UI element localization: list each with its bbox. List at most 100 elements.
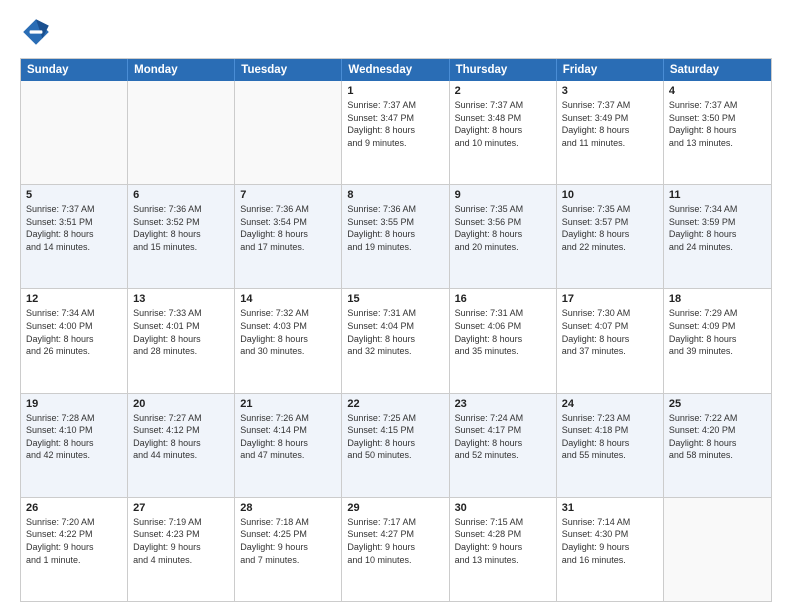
day-info: Sunrise: 7:19 AM Sunset: 4:23 PM Dayligh…	[133, 516, 229, 566]
calendar-cell: 8 Sunrise: 7:36 AM Sunset: 3:55 PM Daylig…	[342, 185, 449, 288]
day-info: Sunrise: 7:24 AM Sunset: 4:17 PM Dayligh…	[455, 412, 551, 462]
calendar-cell: 21 Sunrise: 7:26 AM Sunset: 4:14 PM Dayli…	[235, 394, 342, 497]
day-number: 12	[26, 293, 122, 305]
calendar-header-cell: Tuesday	[235, 59, 342, 81]
day-number: 1	[347, 85, 443, 97]
day-number: 16	[455, 293, 551, 305]
calendar-cell: 1 Sunrise: 7:37 AM Sunset: 3:47 PM Daylig…	[342, 81, 449, 184]
calendar-cell: 3 Sunrise: 7:37 AM Sunset: 3:49 PM Daylig…	[557, 81, 664, 184]
calendar-cell: 28 Sunrise: 7:18 AM Sunset: 4:25 PM Dayli…	[235, 498, 342, 601]
calendar-row: 1 Sunrise: 7:37 AM Sunset: 3:47 PM Daylig…	[21, 81, 771, 184]
calendar-header-cell: Monday	[128, 59, 235, 81]
calendar-row: 5Sunrise: 7:37 AM Sunset: 3:51 PM Daylig…	[21, 184, 771, 288]
day-info: Sunrise: 7:26 AM Sunset: 4:14 PM Dayligh…	[240, 412, 336, 462]
calendar-cell: 27 Sunrise: 7:19 AM Sunset: 4:23 PM Dayli…	[128, 498, 235, 601]
day-info: Sunrise: 7:33 AM Sunset: 4:01 PM Dayligh…	[133, 307, 229, 357]
day-number: 19	[26, 398, 122, 410]
calendar-cell	[21, 81, 128, 184]
calendar-cell: 20 Sunrise: 7:27 AM Sunset: 4:12 PM Dayli…	[128, 394, 235, 497]
calendar-cell: 12 Sunrise: 7:34 AM Sunset: 4:00 PM Dayli…	[21, 289, 128, 392]
day-number: 10	[562, 189, 658, 201]
calendar-cell: 26Sunrise: 7:20 AM Sunset: 4:22 PM Dayli…	[21, 498, 128, 601]
day-info: Sunrise: 7:15 AM Sunset: 4:28 PM Dayligh…	[455, 516, 551, 566]
day-info: Sunrise: 7:37 AM Sunset: 3:51 PM Dayligh…	[26, 203, 122, 253]
day-info: Sunrise: 7:37 AM Sunset: 3:49 PM Dayligh…	[562, 99, 658, 149]
day-info: Sunrise: 7:20 AM Sunset: 4:22 PM Dayligh…	[26, 516, 122, 566]
calendar-header: SundayMondayTuesdayWednesdayThursdayFrid…	[21, 59, 771, 81]
day-info: Sunrise: 7:27 AM Sunset: 4:12 PM Dayligh…	[133, 412, 229, 462]
calendar-cell: 7 Sunrise: 7:36 AM Sunset: 3:54 PM Daylig…	[235, 185, 342, 288]
day-info: Sunrise: 7:36 AM Sunset: 3:52 PM Dayligh…	[133, 203, 229, 253]
day-info: Sunrise: 7:36 AM Sunset: 3:55 PM Dayligh…	[347, 203, 443, 253]
day-info: Sunrise: 7:17 AM Sunset: 4:27 PM Dayligh…	[347, 516, 443, 566]
calendar-body: 1 Sunrise: 7:37 AM Sunset: 3:47 PM Daylig…	[21, 81, 771, 601]
day-number: 25	[669, 398, 766, 410]
day-info: Sunrise: 7:37 AM Sunset: 3:48 PM Dayligh…	[455, 99, 551, 149]
calendar-cell: 16 Sunrise: 7:31 AM Sunset: 4:06 PM Dayli…	[450, 289, 557, 392]
day-number: 3	[562, 85, 658, 97]
day-number: 2	[455, 85, 551, 97]
calendar-header-cell: Saturday	[664, 59, 771, 81]
header	[20, 16, 772, 48]
calendar-cell: 25 Sunrise: 7:22 AM Sunset: 4:20 PM Dayli…	[664, 394, 771, 497]
day-info: Sunrise: 7:30 AM Sunset: 4:07 PM Dayligh…	[562, 307, 658, 357]
day-number: 6	[133, 189, 229, 201]
day-number: 8	[347, 189, 443, 201]
calendar-cell: 17 Sunrise: 7:30 AM Sunset: 4:07 PM Dayli…	[557, 289, 664, 392]
day-info: Sunrise: 7:34 AM Sunset: 3:59 PM Dayligh…	[669, 203, 766, 253]
calendar-header-cell: Friday	[557, 59, 664, 81]
day-info: Sunrise: 7:32 AM Sunset: 4:03 PM Dayligh…	[240, 307, 336, 357]
day-number: 15	[347, 293, 443, 305]
calendar-cell: 10 Sunrise: 7:35 AM Sunset: 3:57 PM Dayli…	[557, 185, 664, 288]
calendar-cell: 23Sunrise: 7:24 AM Sunset: 4:17 PM Dayli…	[450, 394, 557, 497]
calendar-cell: 14 Sunrise: 7:32 AM Sunset: 4:03 PM Dayli…	[235, 289, 342, 392]
calendar-cell: 13 Sunrise: 7:33 AM Sunset: 4:01 PM Dayli…	[128, 289, 235, 392]
day-number: 18	[669, 293, 766, 305]
calendar-cell	[128, 81, 235, 184]
day-number: 7	[240, 189, 336, 201]
calendar-cell: 30Sunrise: 7:15 AM Sunset: 4:28 PM Dayli…	[450, 498, 557, 601]
page: SundayMondayTuesdayWednesdayThursdayFrid…	[0, 0, 792, 612]
day-number: 27	[133, 502, 229, 514]
day-info: Sunrise: 7:37 AM Sunset: 3:47 PM Dayligh…	[347, 99, 443, 149]
calendar-cell: 2 Sunrise: 7:37 AM Sunset: 3:48 PM Daylig…	[450, 81, 557, 184]
day-number: 24	[562, 398, 658, 410]
day-number: 4	[669, 85, 766, 97]
calendar-cell: 18 Sunrise: 7:29 AM Sunset: 4:09 PM Dayli…	[664, 289, 771, 392]
day-info: Sunrise: 7:18 AM Sunset: 4:25 PM Dayligh…	[240, 516, 336, 566]
day-number: 28	[240, 502, 336, 514]
day-number: 22	[347, 398, 443, 410]
day-info: Sunrise: 7:31 AM Sunset: 4:04 PM Dayligh…	[347, 307, 443, 357]
day-number: 17	[562, 293, 658, 305]
day-number: 21	[240, 398, 336, 410]
calendar-cell: 31 Sunrise: 7:14 AM Sunset: 4:30 PM Dayli…	[557, 498, 664, 601]
calendar-cell	[664, 498, 771, 601]
day-info: Sunrise: 7:22 AM Sunset: 4:20 PM Dayligh…	[669, 412, 766, 462]
calendar: SundayMondayTuesdayWednesdayThursdayFrid…	[20, 58, 772, 602]
calendar-header-cell: Wednesday	[342, 59, 449, 81]
calendar-cell: 9Sunrise: 7:35 AM Sunset: 3:56 PM Daylig…	[450, 185, 557, 288]
day-info: Sunrise: 7:14 AM Sunset: 4:30 PM Dayligh…	[562, 516, 658, 566]
day-info: Sunrise: 7:35 AM Sunset: 3:57 PM Dayligh…	[562, 203, 658, 253]
day-info: Sunrise: 7:31 AM Sunset: 4:06 PM Dayligh…	[455, 307, 551, 357]
day-info: Sunrise: 7:36 AM Sunset: 3:54 PM Dayligh…	[240, 203, 336, 253]
day-info: Sunrise: 7:28 AM Sunset: 4:10 PM Dayligh…	[26, 412, 122, 462]
calendar-cell: 19 Sunrise: 7:28 AM Sunset: 4:10 PM Dayli…	[21, 394, 128, 497]
day-number: 11	[669, 189, 766, 201]
calendar-cell: 6 Sunrise: 7:36 AM Sunset: 3:52 PM Daylig…	[128, 185, 235, 288]
calendar-row: 12 Sunrise: 7:34 AM Sunset: 4:00 PM Dayli…	[21, 288, 771, 392]
day-info: Sunrise: 7:34 AM Sunset: 4:00 PM Dayligh…	[26, 307, 122, 357]
day-info: Sunrise: 7:29 AM Sunset: 4:09 PM Dayligh…	[669, 307, 766, 357]
day-info: Sunrise: 7:37 AM Sunset: 3:50 PM Dayligh…	[669, 99, 766, 149]
day-number: 14	[240, 293, 336, 305]
day-info: Sunrise: 7:25 AM Sunset: 4:15 PM Dayligh…	[347, 412, 443, 462]
logo-icon	[20, 16, 52, 48]
day-number: 31	[562, 502, 658, 514]
calendar-cell: 29Sunrise: 7:17 AM Sunset: 4:27 PM Dayli…	[342, 498, 449, 601]
calendar-cell: 24Sunrise: 7:23 AM Sunset: 4:18 PM Dayli…	[557, 394, 664, 497]
calendar-cell: 22 Sunrise: 7:25 AM Sunset: 4:15 PM Dayli…	[342, 394, 449, 497]
day-number: 13	[133, 293, 229, 305]
calendar-header-cell: Thursday	[450, 59, 557, 81]
day-info: Sunrise: 7:35 AM Sunset: 3:56 PM Dayligh…	[455, 203, 551, 253]
day-number: 20	[133, 398, 229, 410]
